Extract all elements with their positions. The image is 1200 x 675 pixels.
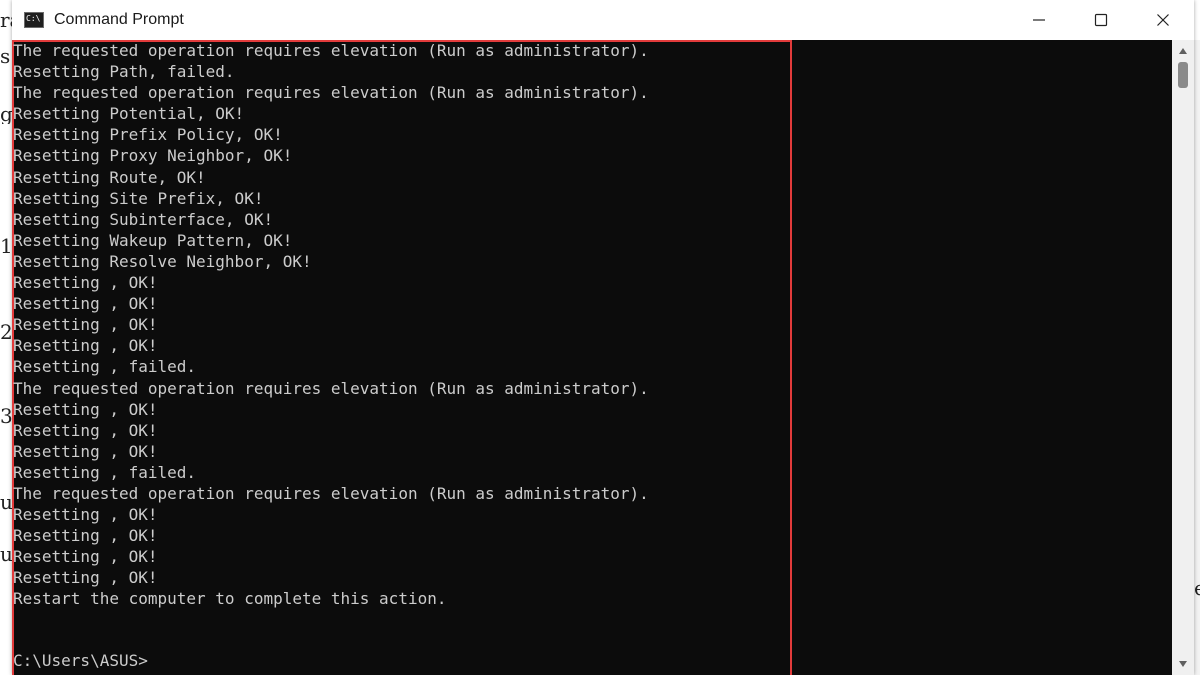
console-line: Resetting , OK!	[13, 441, 158, 461]
background-text: u	[0, 492, 12, 512]
background-text: u	[0, 544, 12, 564]
console-line: Resetting , OK!	[13, 420, 158, 440]
vertical-scrollbar[interactable]	[1172, 40, 1194, 675]
background-text: g	[0, 104, 12, 124]
background-text: s	[0, 46, 11, 66]
command-prompt-line[interactable]: C:\Users\ASUS>	[13, 650, 148, 671]
console-line: Resetting , OK!	[13, 526, 158, 546]
close-icon	[1157, 14, 1169, 26]
background-text: 3	[0, 406, 12, 426]
maximize-button[interactable]	[1070, 0, 1132, 40]
console-line: Resetting , OK!	[13, 547, 158, 567]
console-line: Resetting Site Prefix, OK!	[13, 188, 264, 208]
background-text: 1	[0, 236, 12, 256]
console-line: Resetting Proxy Neighbor, OK!	[13, 146, 293, 166]
console-line: Restart the computer to complete this ac…	[13, 589, 447, 609]
screenshot-root: ra s g 1 2 3 u u e Command Prompt	[0, 0, 1200, 675]
console-line: Resetting Resolve Neighbor, OK!	[13, 251, 312, 271]
console-line: Resetting Wakeup Pattern, OK!	[13, 230, 293, 250]
console-line: Resetting Path, failed.	[13, 62, 235, 82]
console-line: The requested operation requires elevati…	[13, 41, 649, 60]
scroll-thumb[interactable]	[1178, 62, 1188, 88]
cmd-icon	[24, 12, 44, 28]
background-document: ra s g 1 2 3 u u	[0, 0, 12, 675]
title-bar[interactable]: Command Prompt	[12, 0, 1194, 41]
console-line: Resetting , OK!	[13, 336, 158, 356]
background-text: 2	[0, 322, 12, 342]
console-line: Resetting , failed.	[13, 357, 197, 377]
console-line: Resetting , OK!	[13, 399, 158, 419]
console-line: Resetting , OK!	[13, 568, 158, 588]
window-title: Command Prompt	[54, 11, 184, 28]
console-line: Resetting , failed.	[13, 462, 197, 482]
console-line: Resetting Subinterface, OK!	[13, 209, 274, 229]
console-line: Resetting Route, OK!	[13, 167, 206, 187]
command-prompt-window[interactable]: Command Prompt The requested operat	[12, 0, 1194, 675]
chevron-down-icon	[1179, 661, 1187, 667]
minimize-icon	[1033, 19, 1045, 21]
console-line: The requested operation requires elevati…	[13, 83, 649, 103]
maximize-icon	[1094, 13, 1108, 27]
console-line: Resetting , OK!	[13, 315, 158, 335]
close-button[interactable]	[1132, 0, 1194, 40]
console-line: Resetting Prefix Policy, OK!	[13, 125, 283, 145]
console-line: The requested operation requires elevati…	[13, 483, 649, 503]
console-line: Resetting , OK!	[13, 273, 158, 293]
minimize-button[interactable]	[1008, 0, 1070, 40]
console-lines: The requested operation requires elevati…	[13, 40, 649, 610]
console-line: Resetting , OK!	[13, 294, 158, 314]
chevron-up-icon	[1179, 48, 1187, 54]
background-text: e	[1194, 578, 1200, 598]
console-output[interactable]: The requested operation requires elevati…	[12, 40, 1172, 675]
scroll-down-arrow[interactable]	[1172, 655, 1194, 673]
console-line: The requested operation requires elevati…	[13, 378, 649, 398]
scroll-up-arrow[interactable]	[1172, 42, 1194, 60]
background-text: ra	[0, 10, 12, 30]
console-line: Resetting , OK!	[13, 505, 158, 525]
console-line: Resetting Potential, OK!	[13, 104, 245, 124]
